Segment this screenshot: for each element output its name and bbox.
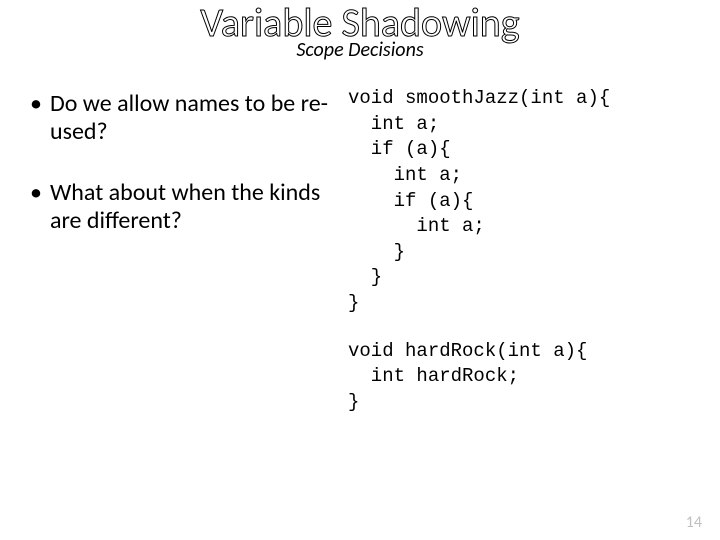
page-number: 14 bbox=[686, 513, 702, 532]
list-item: • Do we allow names to be re-used? bbox=[28, 90, 338, 145]
slide-subtitle: Scope Decisions bbox=[0, 38, 720, 62]
code-block-2: void hardRock(int a){ int hardRock; } bbox=[348, 339, 692, 416]
code-column: void smoothJazz(int a){ int a; if (a){ i… bbox=[348, 84, 692, 416]
bullet-dot-icon: • bbox=[28, 179, 50, 234]
bullet-dot-icon: • bbox=[28, 90, 50, 145]
bullet-text: Do we allow names to be re-used? bbox=[50, 90, 338, 145]
slide: Variable Shadowing Scope Decisions • Do … bbox=[0, 2, 720, 540]
bullet-text: What about when the kinds are different? bbox=[50, 179, 338, 234]
list-item: • What about when the kinds are differen… bbox=[28, 179, 338, 234]
bullet-list: • Do we allow names to be re-used? • Wha… bbox=[28, 84, 348, 416]
code-block-1: void smoothJazz(int a){ int a; if (a){ i… bbox=[348, 86, 692, 317]
content-area: • Do we allow names to be re-used? • Wha… bbox=[0, 84, 720, 416]
